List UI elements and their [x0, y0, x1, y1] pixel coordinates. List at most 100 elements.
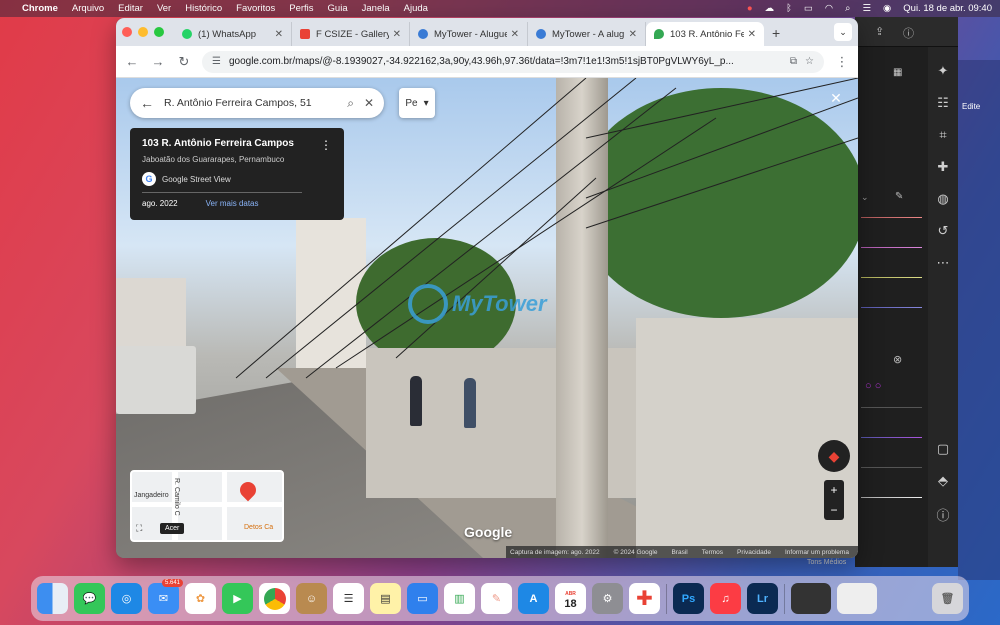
grid-icon[interactable]: ▦: [893, 67, 902, 78]
search-icon[interactable]: ⌕: [347, 96, 354, 111]
bg-slider-5[interactable]: [861, 407, 922, 408]
zoom-out-button[interactable]: −: [824, 500, 844, 520]
info-circle-icon[interactable]: ⓘ: [928, 505, 958, 524]
tab-csize-gallery[interactable]: F CSIZE - Gallery ✕: [292, 22, 410, 46]
system-settings-icon[interactable]: ⚙: [592, 583, 623, 614]
tag-icon[interactable]: ⬘: [928, 473, 958, 489]
sliders-icon[interactable]: ☷: [928, 95, 958, 111]
heal-icon[interactable]: ✦: [928, 63, 958, 79]
bg-slider-2[interactable]: [861, 247, 922, 248]
pages-icon[interactable]: ✎: [481, 583, 512, 614]
finder-icon[interactable]: [37, 583, 68, 614]
bg-slider-7[interactable]: [861, 467, 922, 468]
maps-search-input[interactable]: R. Antônio Ferreira Campos, 51: [164, 97, 337, 109]
bandage-icon[interactable]: ✚: [928, 159, 958, 175]
back-arrow-icon[interactable]: ←: [140, 95, 154, 111]
tab-mytower-2[interactable]: MyTower - A aluguel ✕: [528, 22, 646, 46]
bg-slider-8[interactable]: [861, 497, 922, 498]
menu-ver[interactable]: Ver: [157, 3, 171, 14]
expand-map-icon[interactable]: ⛶: [136, 523, 142, 534]
footer-country[interactable]: Brasil: [671, 549, 687, 556]
menu-historico[interactable]: Histórico: [185, 3, 222, 14]
bookmark-star-icon[interactable]: ☆: [805, 56, 814, 67]
maximize-window-icon[interactable]: [154, 27, 164, 37]
bluetooth-icon[interactable]: ᛒ: [786, 3, 792, 14]
menu-guia[interactable]: Guia: [328, 3, 348, 14]
bg-slider-3[interactable]: [861, 277, 922, 278]
close-tab-icon[interactable]: ✕: [275, 29, 283, 40]
control-center-icon[interactable]: ☰: [862, 3, 871, 14]
music-icon[interactable]: ♫: [710, 583, 741, 614]
info-icon[interactable]: ⓘ: [903, 25, 914, 41]
lightroom-icon[interactable]: Lr: [747, 583, 778, 614]
menu-perfis[interactable]: Perfis: [289, 3, 313, 14]
mini-map[interactable]: Jangadeiro R. Camilo C Detos Ca ⛶ Acer: [130, 470, 284, 542]
eyedropper-icon[interactable]: ✎: [895, 191, 903, 202]
new-tab-icon[interactable]: +: [764, 25, 788, 46]
photoshop-icon[interactable]: Ps: [673, 583, 704, 614]
menu-editar[interactable]: Editar: [118, 3, 143, 14]
wifi-icon[interactable]: ◠: [825, 3, 833, 14]
share-icon[interactable]: ⇪: [875, 25, 884, 38]
bg-slider-1[interactable]: [861, 217, 922, 218]
more-icon[interactable]: ⋯: [928, 255, 958, 271]
close-street-view-icon[interactable]: ✕: [826, 90, 846, 107]
install-icon[interactable]: ⧉: [790, 56, 797, 67]
menu-arquivo[interactable]: Arquivo: [72, 3, 104, 14]
street-view-viewport[interactable]: MyTower ← R. Antônio Ferreira Campos, 51…: [116, 78, 858, 558]
siri-icon[interactable]: ◉: [883, 3, 891, 14]
language-select[interactable]: Pe ▾: [399, 88, 435, 118]
comment-icon[interactable]: ▢: [928, 441, 958, 457]
tab-whatsapp[interactable]: (1) WhatsApp ✕: [174, 22, 292, 46]
footer-terms-link[interactable]: Termos: [702, 549, 723, 556]
color-swatch-icon[interactable]: ○ ○: [865, 380, 881, 392]
mail-icon[interactable]: ✉ 5.641: [148, 579, 183, 614]
masking-icon[interactable]: ◍: [928, 191, 958, 207]
record-icon[interactable]: ●: [747, 3, 753, 14]
contacts-icon[interactable]: ☺: [296, 583, 327, 614]
bg-slider-6[interactable]: [861, 437, 922, 438]
more-dates-link[interactable]: Ver mais datas: [206, 199, 259, 208]
cross-app-icon[interactable]: ✚: [629, 583, 660, 614]
crop-icon[interactable]: ⌗: [928, 127, 958, 143]
address-bar[interactable]: ☰ google.com.br/maps/@-8.1939027,-34.922…: [202, 50, 824, 73]
close-tab-icon[interactable]: ✕: [511, 29, 519, 40]
calendar-icon[interactable]: ABR 18: [555, 583, 586, 614]
trash-icon[interactable]: 🗑: [932, 583, 963, 614]
window-thumbnail-icon[interactable]: [791, 583, 831, 614]
menu-janela[interactable]: Janela: [362, 3, 390, 14]
reload-icon[interactable]: ↻: [176, 54, 192, 70]
cloud-icon[interactable]: ☁: [765, 3, 775, 14]
more-options-icon[interactable]: ⋮: [320, 138, 332, 152]
facetime-icon[interactable]: ▶: [222, 583, 253, 614]
zoom-in-button[interactable]: +: [824, 480, 844, 500]
menu-app-name[interactable]: Chrome: [22, 3, 58, 14]
tab-google-maps[interactable]: 103 R. Antônio Fe ✕: [646, 22, 764, 46]
menu-ajuda[interactable]: Ajuda: [404, 3, 428, 14]
photos-icon[interactable]: ✿: [185, 583, 216, 614]
minimize-window-icon[interactable]: [138, 27, 148, 37]
extensions-icon[interactable]: ⋮: [834, 54, 850, 70]
bg-slider-4[interactable]: [861, 307, 922, 308]
reminders-icon[interactable]: ☰: [333, 583, 364, 614]
compass-icon[interactable]: ◆: [818, 440, 850, 472]
menubar-datetime[interactable]: Qui. 18 de abr. 09:40: [903, 3, 992, 14]
tab-mytower-1[interactable]: MyTower - Aluguel ✕: [410, 22, 528, 46]
forward-icon[interactable]: →: [150, 54, 166, 69]
menu-favoritos[interactable]: Favoritos: [236, 3, 275, 14]
close-tab-icon[interactable]: ✕: [748, 29, 756, 40]
clear-icon[interactable]: ✕: [364, 96, 374, 110]
site-info-icon[interactable]: ☰: [212, 56, 221, 67]
close-tab-icon[interactable]: ✕: [393, 29, 401, 40]
close-circle-icon[interactable]: ⊗: [893, 353, 902, 366]
keynote-icon[interactable]: ▭: [407, 583, 438, 614]
numbers-icon[interactable]: ▥: [444, 583, 475, 614]
battery-icon[interactable]: ▭: [804, 3, 813, 14]
search-icon[interactable]: ⌕: [845, 3, 850, 14]
chevron-down-icon[interactable]: ⌄: [861, 192, 869, 203]
history-icon[interactable]: ↺: [928, 223, 958, 239]
close-tab-icon[interactable]: ✕: [629, 29, 637, 40]
messages-icon[interactable]: 💬: [74, 583, 105, 614]
app-store-icon[interactable]: A: [518, 583, 549, 614]
window-thumbnail-icon[interactable]: [837, 583, 877, 614]
